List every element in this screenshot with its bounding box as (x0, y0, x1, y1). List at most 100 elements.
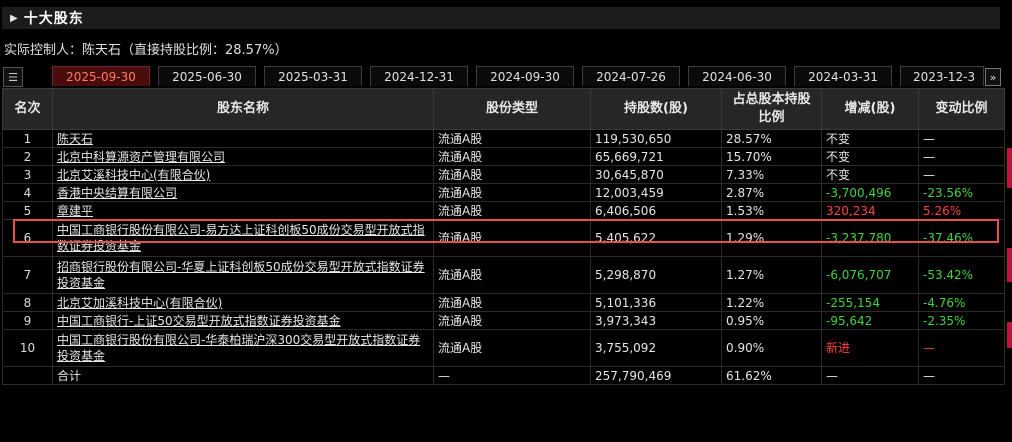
shareholder-name-cell[interactable]: 招商银行股份有限公司-华夏上证科创板50成份交易型开放式指数证券投资基金 (52, 256, 434, 294)
shareholder-name-cell[interactable]: 中国工商银行股份有限公司-华泰柏瑞沪深300交易型开放式指数证券投资基金 (52, 329, 434, 367)
menu-list-icon[interactable]: ☰ (3, 67, 23, 87)
change-cell: 不变 (821, 165, 919, 184)
col-header-change[interactable]: 增减(股) (821, 88, 919, 130)
tab-date[interactable]: 2024-09-30 (476, 66, 574, 86)
shares-cell: 6,406,506 (590, 201, 722, 220)
change-cell: 不变 (821, 147, 919, 166)
shares-cell: 3,755,092 (590, 329, 722, 367)
table-row[interactable]: 6 中国工商银行股份有限公司-易方达上证科创板50成份交易型开放式指数证券投资基金… (2, 219, 1005, 257)
change-cell: -3,700,496 (821, 183, 919, 202)
share-type-cell: 流通A股 (433, 201, 591, 220)
table-row[interactable]: 5 章建平 流通A股 6,406,506 1.53% 320,234 5.26% (2, 201, 1005, 220)
pct-cell: 7.33% (721, 165, 822, 184)
table-row[interactable]: 7 招商银行股份有限公司-华夏上证科创板50成份交易型开放式指数证券投资基金 流通A… (2, 256, 1005, 294)
tab-date[interactable]: 2025-06-30 (158, 66, 256, 86)
shareholder-name-cell[interactable]: 北京艾加溪科技中心(有限合伙) (52, 293, 434, 312)
total-shares: 257,790,469 (590, 366, 722, 385)
shareholder-name-link[interactable]: 招商银行股份有限公司-华夏上证科创板50成份交易型开放式指数证券投资基金 (57, 260, 425, 290)
pct-cell: 2.87% (721, 183, 822, 202)
scroll-marker (1007, 322, 1012, 348)
share-type-cell: 流通A股 (433, 219, 591, 257)
ratio-cell: -2.35% (918, 311, 1005, 330)
change-cell: 新进 (821, 329, 919, 367)
ratio-cell: — (918, 165, 1005, 184)
ratio-cell: -4.76% (918, 293, 1005, 312)
section-title: 十大股东 (23, 11, 84, 27)
col-header-pct[interactable]: 占总股本持股比例 (721, 88, 822, 130)
share-type-cell: 流通A股 (433, 329, 591, 367)
ratio-cell: -37.46% (918, 219, 1005, 257)
total-label: 合计 (52, 366, 434, 385)
shareholder-name-cell[interactable]: 中国工商银行-上证50交易型开放式指数证券投资基金 (52, 311, 434, 330)
total-type: — (433, 366, 591, 385)
shareholder-name-link[interactable]: 北京艾加溪科技中心(有限合伙) (57, 296, 222, 310)
ratio-cell: — (918, 147, 1005, 166)
share-type-cell: 流通A股 (433, 129, 591, 148)
tab-date[interactable]: 2024-06-30 (688, 66, 786, 86)
top-shareholders-table: 名次 股东名称 股份类型 持股数(股) 占总股本持股比例 增减(股) 变动比例 … (2, 88, 1005, 385)
shareholder-name-link[interactable]: 香港中央结算有限公司 (57, 186, 177, 200)
shares-cell: 5,298,870 (590, 256, 722, 294)
col-header-type[interactable]: 股份类型 (433, 88, 591, 130)
pct-cell: 1.22% (721, 293, 822, 312)
share-type-cell: 流通A股 (433, 147, 591, 166)
section-header[interactable]: ▶ 十大股东 (2, 7, 1000, 29)
actual-controller-text: 实际控制人：陈天石（直接持股比例：28.57%） (4, 43, 288, 58)
table-row[interactable]: 10 中国工商银行股份有限公司-华泰柏瑞沪深300交易型开放式指数证券投资基金 流通… (2, 329, 1005, 367)
col-header-rank[interactable]: 名次 (2, 88, 53, 130)
tab-date[interactable]: 2025-09-30 (52, 66, 150, 86)
shareholder-name-link[interactable]: 中国工商银行股份有限公司-华泰柏瑞沪深300交易型开放式指数证券投资基金 (57, 333, 420, 363)
tab-date[interactable]: 2024-07-26 (582, 66, 680, 86)
shareholder-name-link[interactable]: 北京中科算源资产管理有限公司 (57, 150, 225, 164)
change-cell: -3,237,780 (821, 219, 919, 257)
shareholder-name-cell[interactable]: 中国工商银行股份有限公司-易方达上证科创板50成份交易型开放式指数证券投资基金 (52, 219, 434, 257)
shareholder-name-link[interactable]: 章建平 (57, 204, 93, 218)
double-chevron-right-icon[interactable]: » (985, 68, 1001, 86)
shareholder-name-cell[interactable]: 陈天石 (52, 129, 434, 148)
shareholder-name-link[interactable]: 陈天石 (57, 132, 93, 146)
col-header-shares[interactable]: 持股数(股) (590, 88, 722, 130)
table-row[interactable]: 4 香港中央结算有限公司 流通A股 12,003,459 2.87% -3,700,496… (2, 183, 1005, 202)
col-header-ratio[interactable]: 变动比例 (918, 88, 1005, 130)
ratio-cell: — (918, 129, 1005, 148)
rank-cell: 1 (2, 129, 53, 148)
shareholder-name-cell[interactable]: 章建平 (52, 201, 434, 220)
tab-date[interactable]: 2023-12-3 (900, 66, 984, 86)
rank-cell: 10 (2, 329, 53, 367)
table-row[interactable]: 1 陈天石 流通A股 119,530,650 28.57% 不变 — (2, 129, 1005, 148)
total-row: 合计 —257,790,469 61.62% — — (2, 366, 1005, 385)
table-row[interactable]: 2 北京中科算源资产管理有限公司 流通A股 65,669,721 15.70% 不变 — (2, 147, 1005, 166)
shareholder-name-link[interactable]: 中国工商银行-上证50交易型开放式指数证券投资基金 (57, 314, 341, 328)
ratio-cell: — (918, 329, 1005, 367)
shareholder-name-link[interactable]: 中国工商银行股份有限公司-易方达上证科创板50成份交易型开放式指数证券投资基金 (57, 223, 425, 253)
tab-date[interactable]: 2024-03-31 (794, 66, 892, 86)
shares-cell: 119,530,650 (590, 129, 722, 148)
rank-cell: 5 (2, 201, 53, 220)
total-pct: 61.62% (721, 366, 822, 385)
shareholder-name-cell[interactable]: 北京中科算源资产管理有限公司 (52, 147, 434, 166)
table-row[interactable]: 8 北京艾加溪科技中心(有限合伙) 流通A股 5,101,336 1.22% -255,1… (2, 293, 1005, 312)
table-row[interactable]: 3 北京艾溪科技中心(有限合伙) 流通A股 30,645,870 7.33% 不变 — (2, 165, 1005, 184)
pct-cell: 0.90% (721, 329, 822, 367)
rank-cell: 3 (2, 165, 53, 184)
ratio-cell: 5.26% (918, 201, 1005, 220)
tab-date[interactable]: 2025-03-31 (264, 66, 362, 86)
shareholder-name-cell[interactable]: 香港中央结算有限公司 (52, 183, 434, 202)
table-row[interactable]: 9 中国工商银行-上证50交易型开放式指数证券投资基金 流通A股 3,973,343 0… (2, 311, 1005, 330)
shareholder-name-cell[interactable]: 北京艾溪科技中心(有限合伙) (52, 165, 434, 184)
total-rank-cell (2, 366, 53, 385)
shares-cell: 3,973,343 (590, 311, 722, 330)
scroll-marker (1007, 248, 1012, 282)
share-type-cell: 流通A股 (433, 165, 591, 184)
change-cell: -255,154 (821, 293, 919, 312)
shares-cell: 5,405,622 (590, 219, 722, 257)
rank-cell: 2 (2, 147, 53, 166)
shares-cell: 12,003,459 (590, 183, 722, 202)
expand-triangle-icon[interactable]: ▶ (10, 13, 18, 24)
tab-date[interactable]: 2024-12-31 (370, 66, 468, 86)
shareholder-name-link[interactable]: 北京艾溪科技中心(有限合伙) (57, 168, 210, 182)
pct-cell: 1.27% (721, 256, 822, 294)
col-header-name[interactable]: 股东名称 (52, 88, 434, 130)
rank-cell: 7 (2, 256, 53, 294)
ratio-cell: -23.56% (918, 183, 1005, 202)
